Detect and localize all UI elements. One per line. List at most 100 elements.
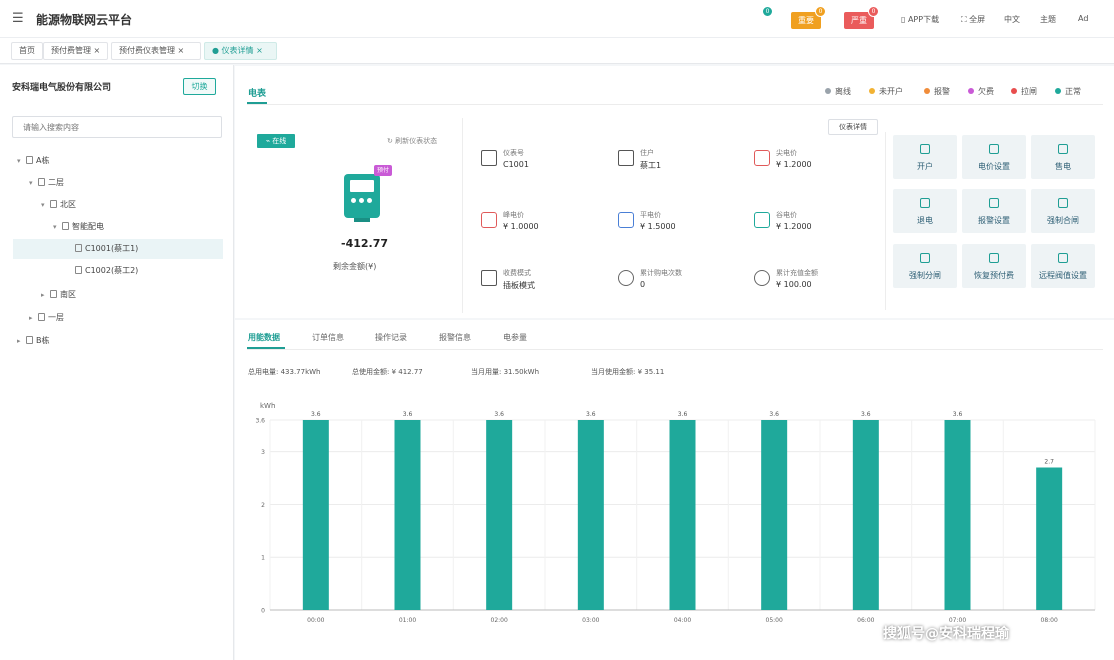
- watermark: 搜狐号@安科瑞程瑜: [883, 626, 1009, 642]
- legend-dot-icon: [869, 88, 875, 94]
- chevron-down-icon[interactable]: ▾: [29, 173, 38, 193]
- alarm-severe-button[interactable]: 严重 0: [844, 6, 879, 29]
- chevron-down-icon[interactable]: ▾: [17, 151, 26, 171]
- y-tick-label: 3.6: [255, 418, 265, 425]
- tree-node-a-building[interactable]: ▾ A栋: [13, 151, 223, 171]
- field-value: C1001: [503, 160, 529, 169]
- building-icon: [26, 336, 33, 344]
- field-purchase-count: 累计购电次数 0: [618, 264, 738, 296]
- force-close-button[interactable]: 强制合闸: [1031, 189, 1095, 233]
- legend-not-opened: 未开户: [869, 86, 903, 97]
- menu-icon[interactable]: ☰: [12, 11, 24, 26]
- close-icon[interactable]: ×: [178, 46, 185, 55]
- field-value: ¥ 1.2000: [776, 222, 812, 231]
- bar: [669, 420, 696, 610]
- legend-alarm: 报警: [924, 86, 950, 97]
- meter-no-icon: [481, 150, 497, 166]
- bar-value-label: 3.6: [311, 411, 321, 418]
- remote-threshold-button[interactable]: 远程阀值设置: [1031, 244, 1095, 288]
- meter-detail-button[interactable]: 仪表详情: [828, 119, 878, 135]
- chevron-right-icon[interactable]: ▸: [29, 308, 38, 328]
- x-tick-label: 05:00: [766, 617, 783, 624]
- tree-node-north-zone[interactable]: ▾ 北区: [13, 195, 223, 215]
- close-icon[interactable]: ×: [94, 46, 101, 55]
- price-setting-icon: [989, 144, 999, 154]
- x-tick-label: 02:00: [491, 617, 508, 624]
- tree-node-floor-1[interactable]: ▸ 一层: [13, 308, 223, 328]
- bar-value-label: 3.6: [403, 411, 413, 418]
- tree-node-floor-2[interactable]: ▾ 二层: [13, 173, 223, 193]
- action-label: 强制合闸: [1047, 216, 1079, 225]
- field-value: 插板模式: [503, 281, 535, 290]
- switch-button[interactable]: 切换: [183, 78, 216, 95]
- tab-prepay-management[interactable]: 预付费管理 ×: [43, 42, 108, 60]
- refund-electricity-button[interactable]: 退电: [893, 189, 957, 233]
- open-account-button[interactable]: 开户: [893, 135, 957, 179]
- alarm-general-button[interactable]: 一般 0: [738, 6, 773, 29]
- legend-normal: 正常: [1055, 86, 1081, 97]
- tab-meter[interactable]: 电表: [248, 86, 266, 99]
- tree-node-b-building[interactable]: ▸ B栋: [13, 331, 223, 351]
- chevron-right-icon[interactable]: ▸: [41, 285, 50, 305]
- action-label: 报警设置: [978, 216, 1010, 225]
- tree-node-smart-power[interactable]: ▾ 智能配电: [13, 217, 223, 237]
- tree-node-label: A栋: [36, 156, 50, 165]
- app-download-link[interactable]: ▯ APP下载: [901, 14, 939, 25]
- tree-node-label: 二层: [48, 178, 64, 187]
- field-value: 蔡工1: [640, 161, 662, 170]
- language-button[interactable]: 中文: [1004, 14, 1020, 25]
- close-icon[interactable]: ×: [256, 46, 263, 55]
- x-tick-label: 01:00: [399, 617, 416, 624]
- price-tag-icon: [754, 212, 770, 228]
- chevron-down-icon[interactable]: ▾: [53, 217, 62, 237]
- restore-icon: [989, 253, 999, 263]
- action-label: 开户: [917, 162, 933, 171]
- field-resident: 住户 蔡工1: [618, 144, 738, 176]
- sell-electricity-button[interactable]: 售电: [1031, 135, 1095, 179]
- restore-prepay-button[interactable]: 恢复预付费: [962, 244, 1026, 288]
- bar: [852, 420, 879, 610]
- tree-node-label: 智能配电: [72, 222, 104, 231]
- fullscreen-button[interactable]: ⛶ 全屏: [961, 14, 985, 25]
- energy-chart-panel: 用能数据 订单信息 操作记录 报警信息 电参量 总用电量: 433.77kWh …: [235, 320, 1114, 660]
- legend-label: 报警: [934, 87, 950, 96]
- field-value: ¥ 100.00: [776, 280, 812, 289]
- zone-icon: [50, 200, 57, 208]
- legend-label: 拉闸: [1021, 87, 1037, 96]
- theme-button[interactable]: 主题: [1040, 14, 1056, 25]
- field-valley-price: 谷电价 ¥ 1.2000: [754, 206, 874, 238]
- refresh-status-link[interactable]: ↻ 刷新仪表状态: [387, 136, 437, 146]
- chevron-right-icon[interactable]: ▸: [17, 331, 26, 351]
- alarm-important-count: 0: [815, 6, 826, 17]
- bar: [486, 420, 513, 610]
- field-meter-no: 仪表号 C1001: [481, 144, 601, 176]
- force-open-button[interactable]: 强制分闸: [893, 244, 957, 288]
- legend-arrears: 欠费: [968, 86, 994, 97]
- alarm-general-label: 一般: [745, 16, 761, 25]
- tab-prepay-management-label: 预付费管理: [51, 46, 91, 55]
- tree-node-south-zone[interactable]: ▸ 南区: [13, 285, 223, 305]
- alarm-setting-button[interactable]: 报警设置: [962, 189, 1026, 233]
- x-tick-label: 03:00: [582, 617, 599, 624]
- tree-search-input[interactable]: [12, 116, 222, 138]
- tab-home[interactable]: 首页: [11, 42, 43, 60]
- tab-meter-detail-label: 仪表详情: [221, 46, 254, 55]
- switch-on-icon: [1058, 198, 1068, 208]
- open-account-icon: [920, 144, 930, 154]
- alarm-important-button[interactable]: 重要 0: [791, 6, 826, 29]
- price-setting-button[interactable]: 电价设置: [962, 135, 1026, 179]
- tree-node-meter-c1002[interactable]: C1002(蔡工2): [13, 261, 223, 281]
- tab-prepay-meter-management[interactable]: 预付费仪表管理 ×: [111, 42, 201, 60]
- tree-node-meter-c1001[interactable]: C1001(蔡工1): [13, 239, 223, 259]
- chevron-down-icon[interactable]: ▾: [41, 195, 50, 215]
- user-menu[interactable]: Ad: [1078, 14, 1088, 23]
- tree-node-label: C1001(蔡工1): [85, 244, 139, 253]
- tree-node-label: 南区: [60, 290, 76, 299]
- y-tick-label: 1: [261, 555, 265, 562]
- building-icon: [26, 156, 33, 164]
- tab-meter-detail[interactable]: ● 仪表详情 ×: [204, 42, 277, 60]
- floor-icon: [38, 178, 45, 186]
- y-tick-label: 0: [261, 608, 265, 615]
- legend-dot-icon: [1011, 88, 1017, 94]
- bar: [761, 420, 788, 610]
